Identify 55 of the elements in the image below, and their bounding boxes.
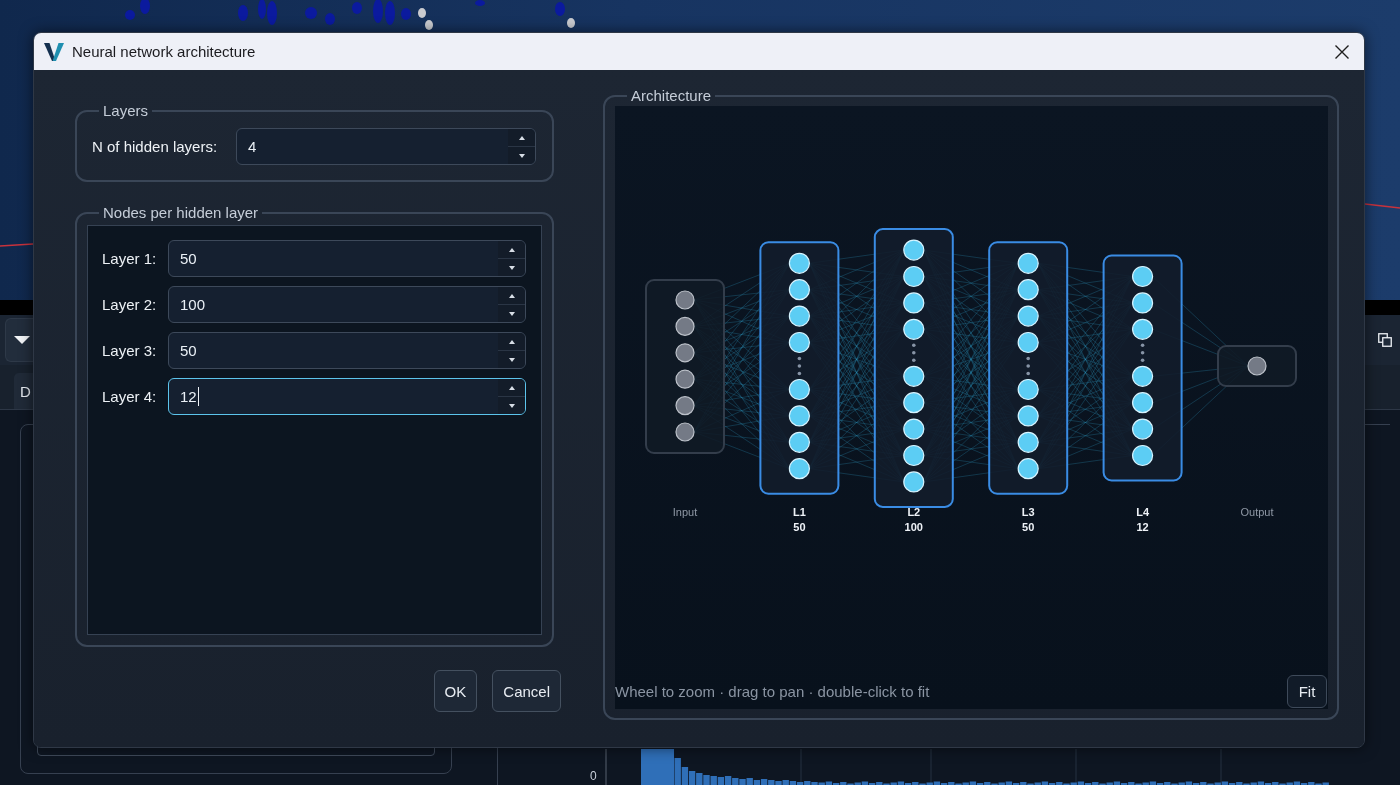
plot-line	[1365, 203, 1400, 209]
triangle-up-icon	[518, 135, 525, 140]
overlapping-squares-icon[interactable]	[1378, 333, 1392, 347]
neuron-node	[675, 422, 695, 442]
number-input[interactable]: 12	[168, 378, 526, 415]
neuron-node	[675, 290, 695, 310]
triangle-down-icon	[508, 403, 515, 408]
fit-button[interactable]: Fit	[1287, 675, 1327, 708]
layer-label: L4	[1136, 506, 1149, 518]
triangle-down-icon	[508, 357, 515, 362]
group-title: Architecture	[630, 87, 713, 105]
neuron-node	[675, 369, 695, 389]
layer-size: 50	[793, 521, 806, 533]
number-input[interactable]: 4	[236, 128, 536, 165]
plot-line	[0, 243, 33, 247]
neuron-node	[675, 343, 695, 363]
layer-label: Input	[672, 506, 698, 518]
field-label: N of hidden layers:	[92, 138, 218, 155]
layer-size: 50	[1022, 521, 1035, 533]
layer-label: L2	[907, 506, 921, 518]
field-label: Layer 1:	[102, 250, 157, 267]
dropdown-button[interactable]	[5, 318, 33, 362]
confirm-button[interactable]: OK	[433, 670, 478, 712]
neuron-node	[1247, 356, 1267, 376]
field-label: Layer 3:	[102, 342, 157, 359]
logo-icon	[44, 41, 64, 62]
triangle-down-icon	[518, 153, 525, 158]
group-title: Layers	[102, 102, 150, 120]
triangle-up-icon	[508, 339, 515, 344]
axis-tick-label: 0	[590, 770, 597, 783]
hint-text: Wheel to zoom · drag to pan · double-click to fit	[615, 683, 930, 700]
field-label: Layer 4:	[102, 388, 157, 405]
window-title: Neural network architecture	[72, 43, 256, 60]
close-icon	[1335, 44, 1349, 59]
tab[interactable]: D	[14, 373, 33, 409]
triangle-up-icon	[508, 385, 515, 390]
layer-label: L1	[793, 506, 806, 518]
number-input[interactable]: 100	[168, 286, 526, 323]
layer-size: 100	[904, 521, 923, 533]
number-input[interactable]: 50	[168, 332, 526, 369]
text-cursor-icon	[197, 387, 200, 406]
number-input[interactable]: 50	[168, 240, 526, 277]
cancel-button[interactable]: Cancel	[492, 670, 561, 712]
field-label: Layer 2:	[102, 296, 157, 313]
triangle-up-icon	[508, 247, 515, 252]
layer-label: L3	[1021, 506, 1035, 518]
triangle-down-icon	[508, 265, 515, 270]
triangle-down-icon	[508, 311, 515, 316]
neuron-node	[675, 316, 695, 336]
group-title: Nodes per hidden layer	[102, 204, 260, 222]
triangle-down-icon	[13, 336, 30, 344]
layer-size: 12	[1136, 521, 1149, 533]
neuron-node	[675, 396, 695, 416]
triangle-up-icon	[508, 293, 515, 298]
layer-label: Output	[1240, 506, 1274, 518]
